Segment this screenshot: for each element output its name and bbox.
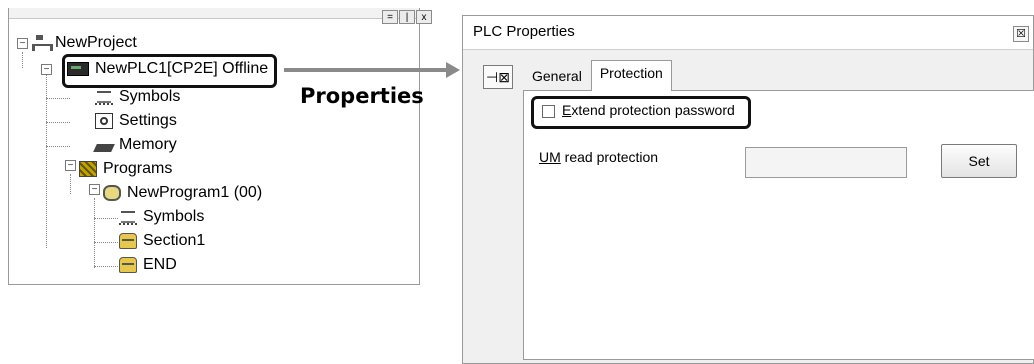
- tree-connector: [94, 218, 118, 219]
- tree-item-memory[interactable]: Memory: [93, 134, 177, 156]
- close-pane-button[interactable]: x: [416, 10, 432, 24]
- tab-protection[interactable]: Protection: [590, 60, 672, 91]
- tree-item-label: END: [143, 256, 177, 273]
- restore-button[interactable]: =: [382, 10, 398, 24]
- tree-item-label: NewProgram1 (00): [127, 184, 263, 201]
- label-rest: read protection: [560, 149, 659, 165]
- program-icon: [103, 185, 121, 201]
- tree-connector: [94, 198, 95, 268]
- mnemonic-letter: UM: [539, 149, 561, 165]
- tree-item-label: Symbols: [119, 88, 181, 105]
- collapse-icon[interactable]: −: [41, 64, 52, 75]
- protection-tab-panel: [523, 90, 1034, 360]
- tree-item-program-symbols[interactable]: Symbols: [119, 206, 204, 228]
- tree-connector: [70, 174, 71, 194]
- tree-connector: [46, 146, 70, 147]
- tree-item-label: Section1: [143, 232, 206, 249]
- properties-callout-label: Properties: [300, 84, 424, 108]
- collapse-icon[interactable]: −: [89, 184, 100, 195]
- project-tree-panel: = | x − − − − NewProject NewPLC1[CP2E] O…: [8, 8, 432, 285]
- collapse-icon[interactable]: −: [65, 160, 76, 171]
- network-icon: [31, 35, 53, 51]
- tree-connector: [22, 52, 23, 68]
- tree-item-settings[interactable]: Settings: [95, 110, 177, 132]
- tree-item-label: Memory: [119, 136, 177, 153]
- tree-item-label: Symbols: [143, 208, 205, 225]
- tree-connector: [94, 266, 118, 267]
- tree-item-label: Programs: [103, 160, 173, 177]
- mnemonic-letter: E: [562, 102, 572, 118]
- memory-icon: [93, 144, 115, 152]
- settings-icon: [95, 113, 113, 129]
- tree-window-buttons: = | x: [382, 10, 432, 24]
- tree-item-label: NewProject: [55, 34, 137, 51]
- collapse-icon[interactable]: −: [17, 38, 28, 49]
- plc-node-highlight: [62, 54, 277, 88]
- extend-protection-password-label[interactable]: Extend protection password: [562, 102, 735, 118]
- dialog-titlebar: PLC Properties ☒: [463, 16, 1033, 50]
- label-rest: xtend protection password: [571, 102, 735, 118]
- pin-icon: ⊣⊠: [486, 69, 510, 85]
- pin-button[interactable]: ⊣⊠: [483, 65, 513, 89]
- pane-button[interactable]: |: [399, 10, 415, 24]
- tree-item-project[interactable]: NewProject: [31, 32, 137, 54]
- arrow-icon: [284, 62, 460, 78]
- tree-item-program[interactable]: NewProgram1 (00): [103, 182, 262, 204]
- tree-connector: [46, 98, 70, 99]
- symbols-icon: [119, 209, 137, 225]
- close-icon[interactable]: ☒: [1013, 26, 1029, 42]
- tree-item-end[interactable]: END: [119, 254, 177, 276]
- symbols-icon: [95, 89, 113, 105]
- tab-strip: General Protection: [523, 60, 672, 91]
- tree-connector: [94, 242, 118, 243]
- um-read-protection-field[interactable]: [745, 147, 907, 178]
- programs-icon: [79, 161, 97, 177]
- extend-protection-password-checkbox[interactable]: [542, 105, 555, 118]
- tab-general[interactable]: General: [523, 63, 591, 90]
- tree-item-label: Settings: [119, 112, 177, 129]
- tree-item-section1[interactable]: Section1: [119, 230, 205, 252]
- um-read-protection-label: UM read protection: [539, 149, 658, 165]
- dialog-title: PLC Properties: [473, 23, 575, 40]
- plc-properties-dialog: PLC Properties ☒ ⊣⊠ General Protection E…: [462, 15, 1034, 364]
- tree-item-symbols[interactable]: Symbols: [95, 86, 180, 108]
- tree-connector: [46, 74, 47, 248]
- tree-connector: [46, 122, 70, 123]
- set-button[interactable]: Set: [941, 144, 1017, 178]
- section-icon: [119, 233, 137, 249]
- section-icon: [119, 257, 137, 273]
- tree-header-bar: [9, 8, 419, 19]
- tree-item-programs[interactable]: Programs: [79, 158, 172, 180]
